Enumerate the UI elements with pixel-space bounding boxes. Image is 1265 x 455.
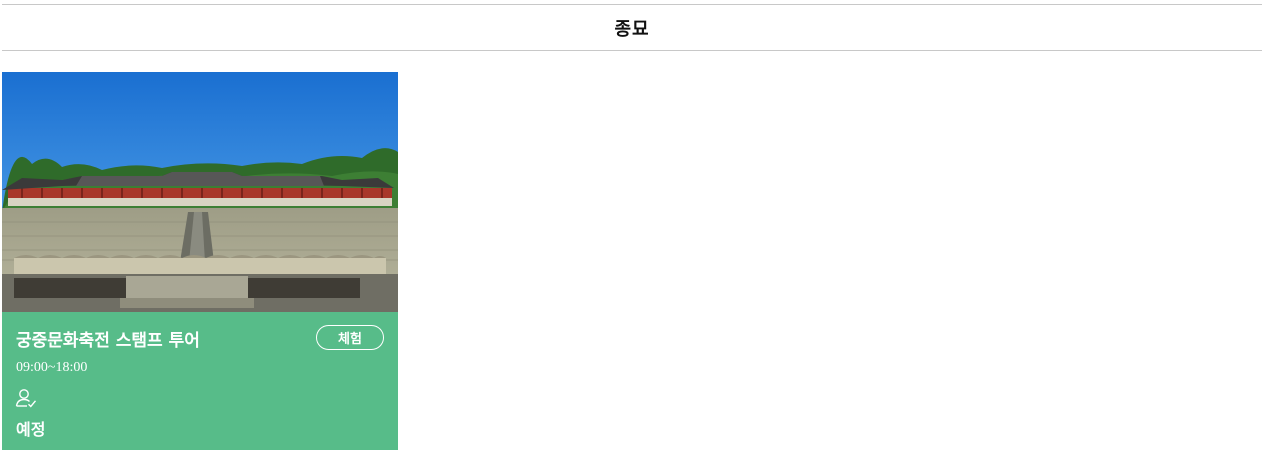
category-badge: 체험 [316, 325, 384, 350]
section-header: 종묘 [2, 4, 1262, 51]
event-time: 09:00~18:00 [16, 360, 88, 375]
event-card[interactable]: 궁중문화축전 스탬프 투어 체험 09:00~18:00 예정 [2, 72, 398, 450]
event-status: 예정 [16, 420, 46, 439]
event-title[interactable]: 궁중문화축전 스탬프 투어 [16, 326, 200, 351]
event-card-image[interactable] [2, 72, 398, 312]
section-title: 종묘 [614, 18, 650, 40]
person-check-icon [15, 389, 37, 408]
